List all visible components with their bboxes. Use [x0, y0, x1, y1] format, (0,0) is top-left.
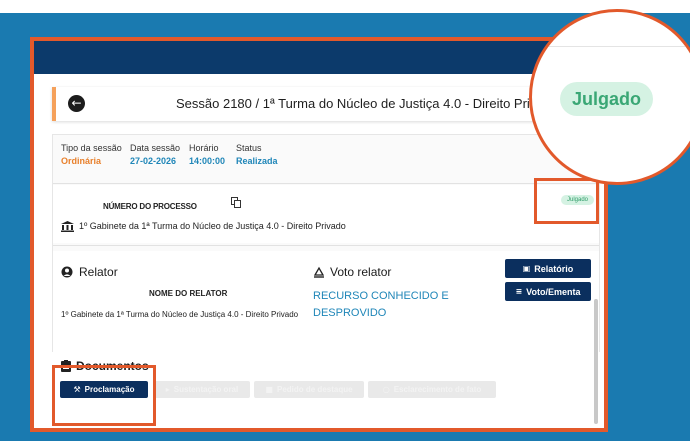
session-status-value: Realizada	[236, 156, 278, 166]
session-date: Data sessão 27-02-2026	[130, 143, 180, 166]
session-type-value: Ordinária	[61, 156, 102, 166]
session-status-label: Status	[236, 143, 262, 153]
top-navbar	[34, 41, 604, 74]
session-time-label: Horário	[189, 143, 219, 153]
relator-name-label: NOME DO RELATOR	[149, 289, 228, 298]
vote-result: RECURSO CONHECIDO E DESPROVIDO	[313, 290, 449, 319]
divider	[53, 245, 599, 246]
session-type: Tipo da sessão Ordinária	[61, 143, 122, 166]
esclarecimento-fato-label: Esclarecimento de fato	[393, 385, 482, 394]
session-header: ← Sessão 2180 / 1ª Turma do Núcleo de Ju…	[52, 87, 592, 121]
session-type-label: Tipo da sessão	[61, 143, 122, 153]
bank-icon	[61, 221, 74, 232]
zoom-divider	[532, 46, 690, 47]
copy-icon[interactable]	[231, 197, 241, 208]
question-icon: ○	[382, 385, 390, 394]
gavel-vote-icon	[313, 266, 325, 278]
session-date-value: 27-02-2026	[130, 156, 177, 166]
process-gabinete: 1º Gabinete da 1ª Turma do Núcleo de Jus…	[79, 221, 346, 231]
process-number-label: NÚMERO DO PROCESSO	[103, 202, 197, 211]
pedido-destaque-button[interactable]: ■ Pedido de destaque	[254, 381, 364, 398]
voto-ementa-button[interactable]: ≡ Voto/Ementa	[505, 282, 591, 301]
scrollbar[interactable]	[594, 299, 598, 424]
page-title: Sessão 2180 / 1ª Turma do Núcleo de Just…	[176, 96, 559, 111]
voto-ementa-button-label: Voto/Ementa	[526, 286, 581, 297]
process-row: NÚMERO DO PROCESSO Julgado 1º Gabinete d…	[53, 185, 599, 243]
relator-gabinete: 1º Gabinete da 1ª Turma do Núcleo de Jus…	[61, 310, 299, 319]
sustentacao-oral-button[interactable]: ▸ Sustentação oral	[154, 381, 250, 398]
relatorio-button[interactable]: ▣ Relatório	[505, 259, 591, 278]
badge-highlight-box	[534, 178, 599, 224]
relator-section: Relator NOME DO RELATOR 1º Gabinete da 1…	[53, 251, 599, 353]
chat-icon: ■	[265, 385, 273, 394]
sustentacao-oral-label: Sustentação oral	[173, 385, 239, 394]
session-date-label: Data sessão	[130, 143, 181, 153]
list-icon: ≡	[515, 287, 523, 296]
user-icon	[61, 266, 73, 278]
esclarecimento-fato-button[interactable]: ○ Esclarecimento de fato	[368, 381, 496, 398]
documents-highlight-box	[52, 365, 156, 426]
megaphone-icon: ▸	[165, 385, 170, 394]
session-time-value: 14:00:00	[189, 156, 226, 166]
relator-heading: Relator	[79, 265, 118, 279]
vote-heading: Voto relator	[330, 265, 392, 279]
report-icon: ▣	[522, 264, 531, 273]
session-status: Status Realizada	[236, 143, 278, 166]
relatorio-button-label: Relatório	[534, 263, 574, 274]
session-info-card: Tipo da sessão Ordinária Data sessão 27-…	[52, 134, 600, 354]
zoom-status-badge: Julgado	[560, 82, 654, 116]
pedido-destaque-label: Pedido de destaque	[276, 385, 353, 394]
back-arrow-icon[interactable]: ←	[68, 95, 85, 112]
divider	[53, 183, 599, 184]
session-time: Horário 14:00:00	[189, 143, 225, 166]
